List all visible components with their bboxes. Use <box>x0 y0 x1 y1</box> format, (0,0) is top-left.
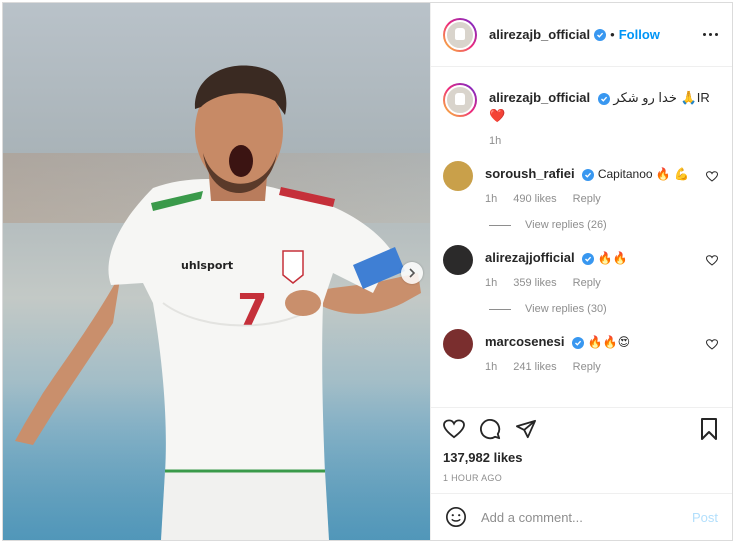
comment-text: 🔥🔥😍 <box>587 335 631 349</box>
post-actions: 137,982 likes 1 HOUR AGO <box>431 407 732 483</box>
chevron-right-icon <box>409 268 416 278</box>
more-options-icon[interactable] <box>703 33 718 36</box>
verified-badge-icon <box>597 93 610 105</box>
reply-button[interactable]: Reply <box>573 193 601 205</box>
comment-likes[interactable]: 490 likes <box>513 193 556 205</box>
like-comment-heart-icon[interactable] <box>706 171 718 182</box>
caption: alirezajb_official خدا رو شکر 🙏IR❤️ 1h <box>443 83 718 147</box>
commenter-avatar[interactable] <box>443 161 473 191</box>
commenter-avatar[interactable] <box>443 245 473 275</box>
comment-time[interactable]: 1h <box>485 193 497 205</box>
verified-badge-icon <box>594 28 607 41</box>
add-comment-input[interactable] <box>481 509 692 525</box>
comment-time[interactable]: 1h <box>485 361 497 373</box>
comment-likes[interactable]: 359 likes <box>513 277 556 289</box>
author-avatar[interactable] <box>443 83 477 117</box>
reply-button[interactable]: Reply <box>573 277 601 289</box>
post-side-panel: alirezajb_official • Follow alirezajb_of… <box>430 3 732 540</box>
author-avatar[interactable] <box>443 17 477 52</box>
post-photo[interactable]: uhlsport 7 <box>3 3 430 540</box>
verified-badge-icon <box>572 337 585 349</box>
like-comment-heart-icon[interactable] <box>706 339 718 350</box>
shirt-number: 7 <box>237 285 268 336</box>
verified-badge-icon <box>582 253 595 265</box>
comment-text: Capitanoo 🔥 💪 <box>597 167 690 181</box>
post-comment-button[interactable]: Post <box>692 510 718 525</box>
share-send-icon[interactable] <box>515 419 537 439</box>
add-comment-bar: Post <box>431 493 732 540</box>
caption-username[interactable]: alirezajb_official <box>489 90 590 105</box>
comment-item: marcosenesi 🔥🔥😍 1h 241 likes Reply <box>443 329 718 373</box>
commenter-username[interactable]: soroush_rafiei <box>485 166 575 181</box>
post-timestamp[interactable]: 1 HOUR AGO <box>443 473 718 483</box>
caption-time[interactable]: 1h <box>489 135 501 147</box>
post-header: alirezajb_official • Follow <box>431 3 732 67</box>
reply-button[interactable]: Reply <box>573 361 601 373</box>
view-replies-button[interactable]: View replies (26) <box>489 219 718 231</box>
like-count[interactable]: 137,982 likes <box>443 450 718 465</box>
like-heart-icon[interactable] <box>443 419 465 439</box>
comment-likes[interactable]: 241 likes <box>513 361 556 373</box>
comment-item: soroush_rafiei Capitanoo 🔥 💪 1h 490 like… <box>443 161 718 205</box>
commenter-username[interactable]: marcosenesi <box>485 334 565 349</box>
comment-item: alirezajjofficial 🔥🔥 1h 359 likes Reply <box>443 245 718 289</box>
shirt-sponsor-text: uhlsport <box>181 259 233 272</box>
comments-list[interactable]: alirezajb_official خدا رو شکر 🙏IR❤️ 1h s… <box>431 67 732 407</box>
player-illustration: uhlsport 7 <box>15 65 421 540</box>
like-comment-heart-icon[interactable] <box>706 255 718 266</box>
instagram-post-window: uhlsport 7 alirezajb_official • Follow a… <box>2 2 733 541</box>
separator-dot: • <box>610 27 615 42</box>
commenter-username[interactable]: alirezajjofficial <box>485 250 575 265</box>
comment-bubble-icon[interactable] <box>479 418 501 440</box>
verified-badge-icon <box>582 169 595 181</box>
comment-time[interactable]: 1h <box>485 277 497 289</box>
save-bookmark-icon[interactable] <box>700 418 718 440</box>
emoji-smiley-icon[interactable] <box>445 506 467 528</box>
follow-button[interactable]: Follow <box>619 27 660 42</box>
comment-text: 🔥🔥 <box>597 251 628 265</box>
view-replies-button[interactable]: View replies (30) <box>489 303 718 315</box>
commenter-avatar[interactable] <box>443 329 473 359</box>
author-username[interactable]: alirezajb_official <box>489 27 590 42</box>
carousel-next-button[interactable] <box>401 262 423 284</box>
